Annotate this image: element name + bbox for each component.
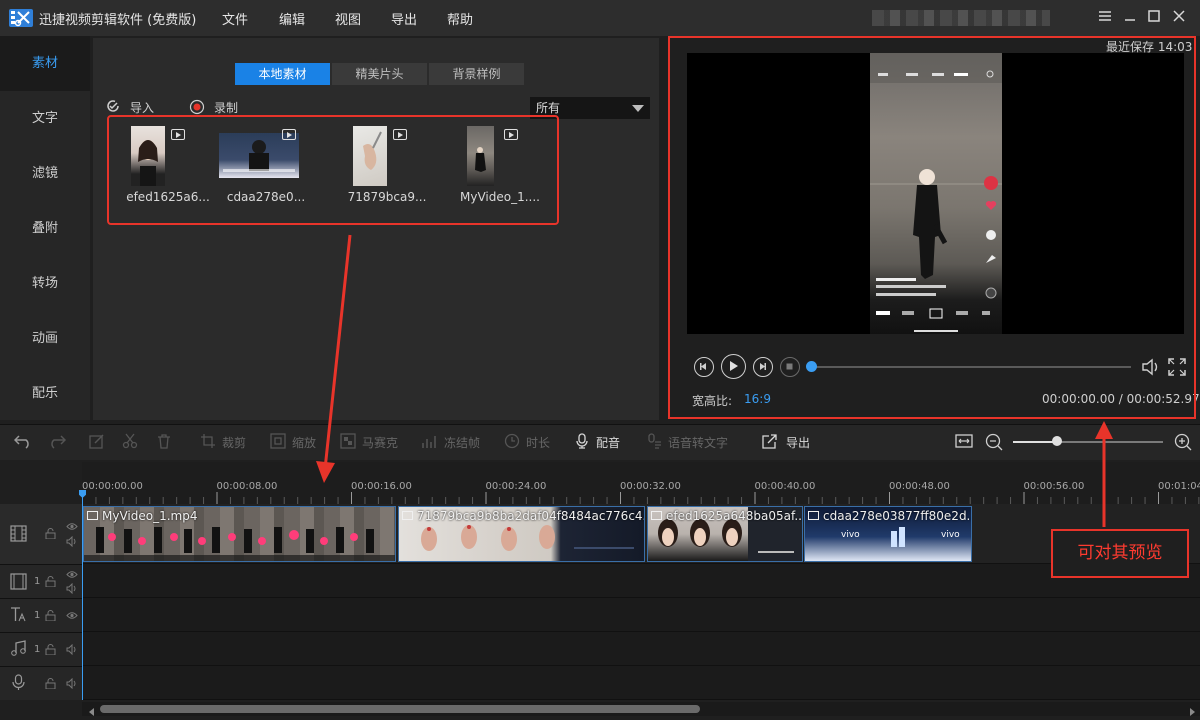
ruler-tick-label: 00:00:08.00 — [216, 481, 278, 492]
track-number: 1 — [34, 610, 41, 621]
chevron-down-icon — [632, 105, 644, 112]
scroll-right-icon[interactable] — [1188, 705, 1196, 716]
track-divider — [0, 598, 82, 599]
nav-filter[interactable]: 滤镜 — [0, 146, 90, 201]
track-divider — [0, 564, 82, 565]
import-button[interactable]: 导入 — [130, 99, 154, 116]
hamburger-menu-icon[interactable] — [1095, 8, 1115, 28]
clip-title: MyVideo_1.mp4 — [102, 509, 198, 523]
menu-file[interactable]: 文件 — [222, 9, 248, 28]
eye-icon[interactable] — [66, 610, 78, 621]
delete-icon[interactable] — [156, 433, 172, 449]
clip-title: efed1625a648ba05af... — [666, 509, 803, 523]
zoom-in-icon[interactable] — [1174, 433, 1192, 451]
film-track-icon — [10, 573, 27, 590]
close-icon[interactable] — [1169, 8, 1189, 28]
speaker-icon[interactable] — [66, 582, 77, 595]
music-track[interactable] — [82, 632, 1200, 666]
import-icon[interactable] — [105, 98, 121, 114]
microphone-track-icon — [10, 674, 27, 691]
nav-music[interactable]: 配乐 — [0, 366, 90, 421]
maximize-icon[interactable] — [1144, 8, 1164, 28]
track-divider — [0, 666, 82, 667]
film-icon — [10, 525, 27, 542]
text-track-icon — [10, 606, 27, 623]
ruler-tick-label: 00:00:00.00 — [82, 481, 143, 492]
nav-material[interactable]: 素材 — [0, 36, 90, 91]
redo-icon[interactable] — [48, 433, 67, 449]
lock-icon[interactable] — [45, 576, 56, 588]
track-divider — [0, 632, 82, 633]
menu-export[interactable]: 导出 — [391, 9, 417, 28]
nav-transition[interactable]: 转场 — [0, 256, 90, 311]
track-number: 1 — [34, 576, 41, 587]
tab-intro[interactable]: 精美片头 — [332, 63, 427, 85]
account-info[interactable] — [872, 10, 1050, 26]
crop-button[interactable]: 裁剪 — [222, 434, 246, 451]
voice-track[interactable] — [82, 666, 1200, 700]
lock-icon[interactable] — [45, 644, 56, 656]
tab-background[interactable]: 背景样例 — [429, 63, 524, 85]
playhead[interactable] — [82, 492, 83, 700]
track-number: 1 — [34, 644, 41, 655]
speaker-icon[interactable] — [66, 643, 77, 656]
lock-icon[interactable] — [45, 678, 56, 690]
scroll-left-icon[interactable] — [88, 705, 96, 716]
music-note-icon — [10, 640, 27, 657]
lock-icon[interactable] — [45, 610, 56, 622]
clip-title: 71879bca9b8ba2daf04f8484ac776c4... — [417, 509, 645, 523]
nav-overlay[interactable]: 叠附 — [0, 201, 90, 256]
crop-icon[interactable] — [200, 433, 216, 449]
nav-animation[interactable]: 动画 — [0, 311, 90, 366]
pip-track[interactable] — [82, 564, 1200, 598]
record-button[interactable]: 录制 — [214, 99, 238, 116]
speaker-icon[interactable] — [66, 677, 77, 690]
app-title: 迅捷视频剪辑软件 (免费版) — [39, 13, 197, 28]
edit-icon[interactable] — [89, 433, 105, 449]
text-track[interactable] — [82, 598, 1200, 632]
menu-view[interactable]: 视图 — [335, 9, 361, 28]
minimize-icon[interactable] — [1120, 8, 1140, 28]
clip-title: cdaa278e03877ff80e2d... — [823, 509, 972, 523]
filter-value: 所有 — [536, 101, 561, 115]
menu-edit[interactable]: 编辑 — [279, 9, 305, 28]
eye-icon[interactable] — [66, 569, 78, 580]
cut-icon[interactable] — [122, 433, 138, 449]
ruler-tick-label: 00:01:04 — [1158, 481, 1200, 492]
zoom-tool-icon[interactable] — [270, 433, 286, 449]
nav-text[interactable]: 文字 — [0, 91, 90, 146]
tab-local-material[interactable]: 本地素材 — [235, 63, 330, 85]
scrollbar-thumb[interactable] — [100, 705, 700, 713]
undo-icon[interactable] — [13, 433, 30, 449]
annotation-callout: 可对其预览 — [1051, 529, 1189, 578]
record-icon[interactable] — [189, 99, 205, 115]
annotation-highlight-box — [107, 115, 559, 225]
lock-icon[interactable] — [45, 528, 56, 540]
speaker-icon[interactable] — [66, 535, 77, 548]
app-logo-icon — [9, 8, 33, 28]
eye-icon[interactable] — [66, 521, 78, 532]
annotation-arrows — [316, 234, 1113, 527]
menu-help[interactable]: 帮助 — [447, 9, 473, 28]
